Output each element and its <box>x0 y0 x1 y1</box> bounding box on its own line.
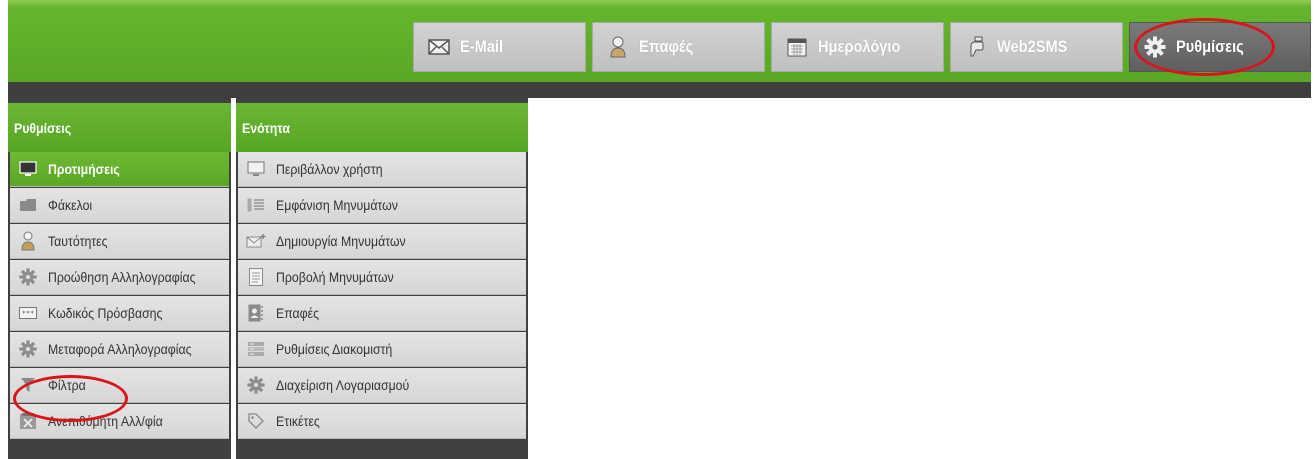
sidebar-item-password[interactable]: *** Κωδικός Πρόσβασης <box>10 296 229 331</box>
section-item-label: Περιβάλλον χρήστη <box>276 161 383 177</box>
tab-web2sms[interactable]: Web2SMS <box>950 22 1123 72</box>
tag-icon <box>246 411 266 431</box>
top-navigation-bar: E-Mail Επαφές Ημερολόγιο Web2SMS Ρυθμίσε… <box>8 0 1311 82</box>
section-item-user-interface[interactable]: Περιβάλλον χρήστη <box>238 152 526 187</box>
section-panel: Ενότητα Περιβάλλον χρήστη Εμφάνιση Μηνυμ… <box>236 98 528 459</box>
section-item-label: Προβολή Μηνυμάτων <box>276 269 394 285</box>
gear-icon <box>18 339 38 359</box>
sidebar-item-preferences[interactable]: Προτιμήσεις <box>10 152 229 187</box>
person-icon <box>607 36 629 58</box>
filter-icon <box>18 375 38 395</box>
section-panel-title: Ενότητα <box>236 103 528 152</box>
section-item-label: Διαχείριση Λογαριασμού <box>276 377 410 393</box>
monitor-icon <box>18 159 38 179</box>
section-item-label: Ετικέτες <box>276 413 320 429</box>
sidebar-item-folders[interactable]: Φάκελοι <box>10 188 229 223</box>
sidebar-item-label: Φίλτρα <box>48 377 86 393</box>
section-item-label: Επαφές <box>276 305 320 321</box>
gear-icon <box>18 267 38 287</box>
sidebar-item-label: Προτιμήσεις <box>48 161 120 177</box>
sidebar-item-mail-transfer[interactable]: Μεταφορά Αλληλογραφίας <box>10 332 229 367</box>
section-item-label: Ρυθμίσεις Διακομιστή <box>276 341 393 357</box>
calendar-icon <box>786 36 808 58</box>
spam-icon <box>18 411 38 431</box>
list-icon <box>246 195 266 215</box>
tab-settings[interactable]: Ρυθμίσεις <box>1129 22 1311 72</box>
server-icon <box>246 339 266 359</box>
section-item-server-settings[interactable]: Ρυθμίσεις Διακομιστή <box>238 332 526 367</box>
section-item-label: Εμφάνιση Μηνυμάτων <box>276 197 398 213</box>
sidebar-item-label: Προώθηση Αλληλογραφίας <box>48 269 196 285</box>
sidebar-item-label: Ταυτότητες <box>48 233 108 249</box>
settings-panel-title: Ρυθμίσεις <box>8 103 231 152</box>
person-icon <box>18 231 38 251</box>
password-icon: *** <box>18 303 38 323</box>
sidebar-item-filters[interactable]: Φίλτρα <box>10 368 229 403</box>
mobile-sms-icon <box>965 36 987 58</box>
settings-panel: Ρυθμίσεις Προτιμήσεις Φάκελοι Ταυτότητες… <box>8 98 231 459</box>
folder-icon <box>18 195 38 215</box>
sidebar-item-label: Φάκελοι <box>48 197 93 213</box>
address-book-icon <box>246 303 266 323</box>
tab-settings-label: Ρυθμίσεις <box>1176 37 1244 56</box>
gear-icon <box>246 375 266 395</box>
tab-web2sms-label: Web2SMS <box>997 37 1068 56</box>
section-item-tags[interactable]: Ετικέτες <box>238 404 526 439</box>
tab-email[interactable]: E-Mail <box>413 22 586 72</box>
sidebar-item-spam[interactable]: Ανεπιθύμητη Αλλ/φία <box>10 404 229 439</box>
sidebar-item-mail-forwarding[interactable]: Προώθηση Αλληλογραφίας <box>10 260 229 295</box>
section-item-contacts[interactable]: Επαφές <box>238 296 526 331</box>
tab-contacts[interactable]: Επαφές <box>592 22 765 72</box>
tab-contacts-label: Επαφές <box>639 37 694 56</box>
sidebar-item-label: Μεταφορά Αλληλογραφίας <box>48 341 192 357</box>
gear-icon <box>1144 36 1166 58</box>
sidebar-item-label: Ανεπιθύμητη Αλλ/φία <box>48 413 163 429</box>
section-item-account-management[interactable]: Διαχείριση Λογαριασμού <box>238 368 526 403</box>
sidebar-item-label: Κωδικός Πρόσβασης <box>48 305 163 321</box>
tab-calendar-label: Ημερολόγιο <box>818 37 901 56</box>
section-item-compose-messages[interactable]: Δημιουργία Μηνυμάτων <box>238 224 526 259</box>
section-item-view-messages[interactable]: Προβολή Μηνυμάτων <box>238 260 526 295</box>
envelope-icon <box>428 36 450 58</box>
section-item-message-display[interactable]: Εμφάνιση Μηνυμάτων <box>238 188 526 223</box>
top-stripe <box>8 0 1311 8</box>
monitor-icon <box>246 159 266 179</box>
toolbar-separator <box>8 82 1311 98</box>
document-icon <box>246 267 266 287</box>
section-item-label: Δημιουργία Μηνυμάτων <box>276 233 406 249</box>
svg-text:***: *** <box>22 310 35 318</box>
compose-icon <box>246 231 266 251</box>
tab-email-label: E-Mail <box>460 37 504 56</box>
tab-calendar[interactable]: Ημερολόγιο <box>771 22 944 72</box>
sidebar-item-identities[interactable]: Ταυτότητες <box>10 224 229 259</box>
